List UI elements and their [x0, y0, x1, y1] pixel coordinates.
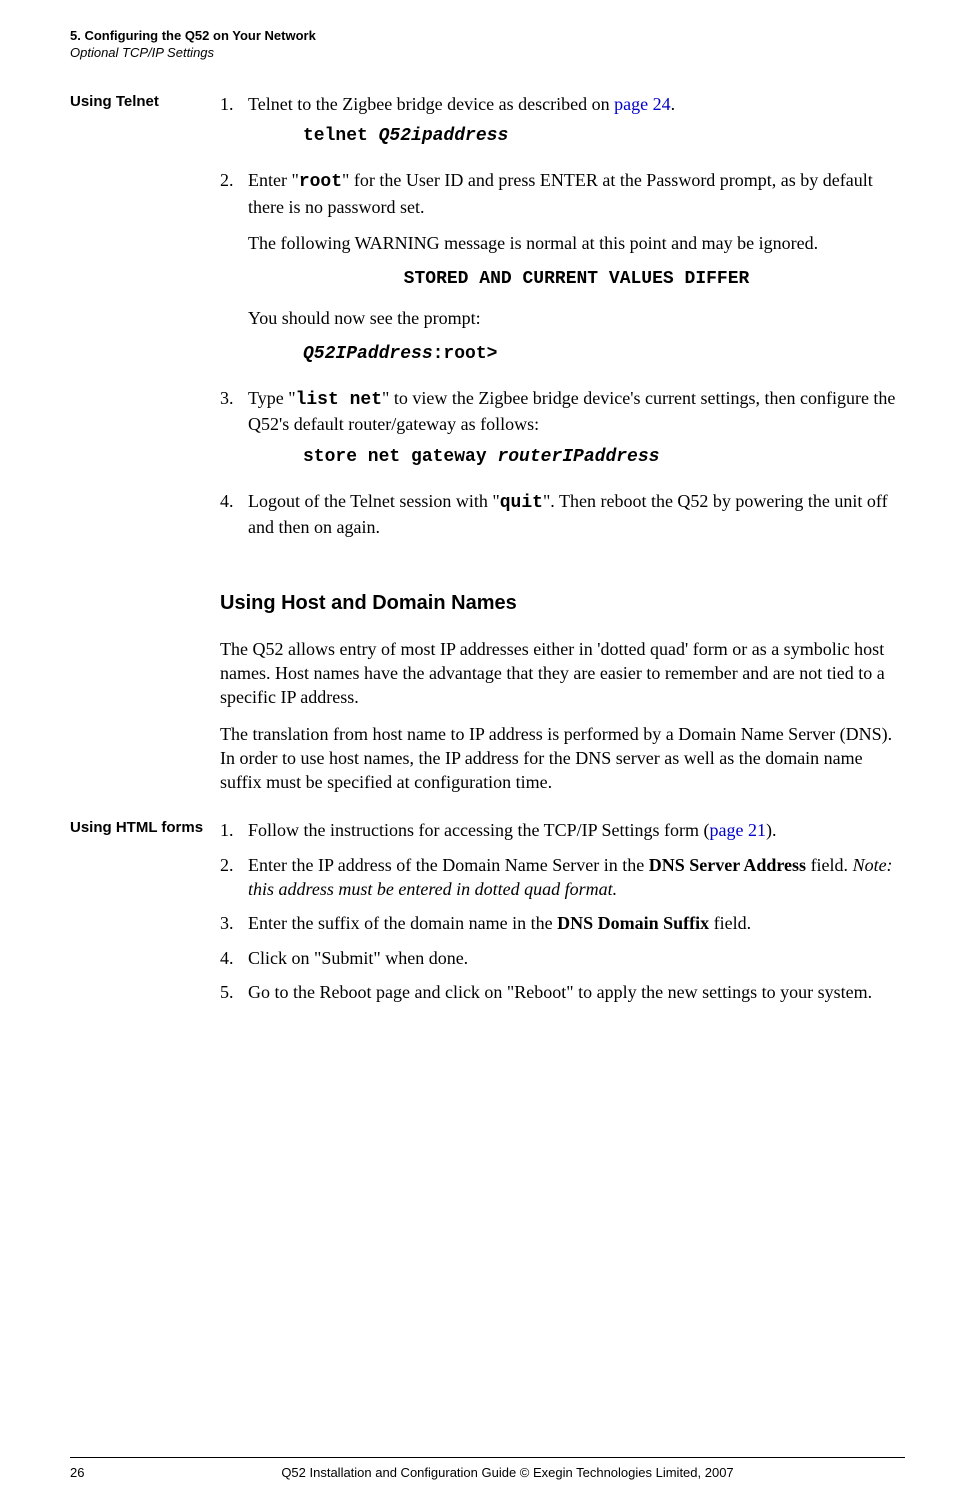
- text: Click on "Submit" when done.: [248, 946, 905, 970]
- bold-dns-server-address: DNS Server Address: [649, 855, 806, 875]
- text: Logout of the Telnet session with ": [248, 491, 500, 511]
- chapter-title: 5. Configuring the Q52 on Your Network: [70, 28, 905, 45]
- code-prompt: Q52IPaddress:root>: [303, 342, 905, 366]
- using-telnet-block: Using Telnet 1. Telnet to the Zigbee bri…: [70, 92, 905, 550]
- text: field.: [806, 855, 853, 875]
- code-telnet-cmd: telnet Q52ipaddress: [303, 124, 905, 148]
- text: Enter the suffix of the domain name in t…: [248, 913, 557, 933]
- prompt-intro: You should now see the prompt:: [248, 306, 905, 330]
- page-number: 26: [70, 1464, 110, 1482]
- list-number: 4.: [220, 946, 248, 970]
- sidehead-using-html-forms: Using HTML forms: [70, 818, 220, 1014]
- telnet-step-4: 4. Logout of the Telnet session with "qu…: [220, 489, 905, 540]
- section-title: Optional TCP/IP Settings: [70, 45, 905, 62]
- text: Enter the IP address of the Domain Name …: [248, 855, 649, 875]
- html-step-5: 5. Go to the Reboot page and click on "R…: [220, 980, 905, 1004]
- html-step-3: 3. Enter the suffix of the domain name i…: [220, 911, 905, 935]
- list-number: 1.: [220, 92, 248, 159]
- telnet-step-2: 2. Enter "root" for the User ID and pres…: [220, 168, 905, 376]
- telnet-step-3: 3. Type "list net" to view the Zigbee br…: [220, 386, 905, 479]
- telnet-step-1: 1. Telnet to the Zigbee bridge device as…: [220, 92, 905, 159]
- bold-dns-domain-suffix: DNS Domain Suffix: [557, 913, 709, 933]
- heading-host-domain: Using Host and Domain Names: [220, 590, 905, 617]
- paragraph: The Q52 allows entry of most IP addresse…: [220, 637, 905, 710]
- warning-message: STORED AND CURRENT VALUES DIFFER: [248, 267, 905, 291]
- text: Type ": [248, 388, 296, 408]
- code-store-gateway: store net gateway routerIPaddress: [303, 445, 905, 469]
- text: .: [671, 94, 676, 114]
- list-number: 4.: [220, 489, 248, 540]
- code-list-net: list net: [296, 390, 382, 410]
- page-header: 5. Configuring the Q52 on Your Network O…: [70, 28, 905, 62]
- list-number: 5.: [220, 980, 248, 1004]
- link-page-24[interactable]: page 24: [614, 94, 670, 114]
- html-step-2: 2. Enter the IP address of the Domain Na…: [220, 853, 905, 902]
- text: Follow the instructions for accessing th…: [248, 820, 709, 840]
- list-number: 2.: [220, 168, 248, 376]
- warning-intro: The following WARNING message is normal …: [248, 231, 905, 255]
- code-quit: quit: [500, 493, 543, 513]
- paragraph: The translation from host name to IP add…: [220, 722, 905, 795]
- text: " for the User ID and press ENTER at the…: [248, 170, 873, 216]
- footer-text: Q52 Installation and Configuration Guide…: [110, 1464, 905, 1482]
- using-html-forms-block: Using HTML forms 1. Follow the instructi…: [70, 818, 905, 1014]
- text: Go to the Reboot page and click on "Rebo…: [248, 980, 905, 1004]
- html-step-1: 1. Follow the instructions for accessing…: [220, 818, 905, 842]
- text: Enter ": [248, 170, 299, 190]
- host-domain-block: Using Host and Domain Names The Q52 allo…: [70, 562, 905, 807]
- text: ).: [766, 820, 777, 840]
- list-number: 3.: [220, 386, 248, 479]
- list-number: 2.: [220, 853, 248, 902]
- page-footer: 26 Q52 Installation and Configuration Gu…: [70, 1457, 905, 1482]
- html-step-4: 4. Click on "Submit" when done.: [220, 946, 905, 970]
- text: Telnet to the Zigbee bridge device as de…: [248, 94, 614, 114]
- sidehead-using-telnet: Using Telnet: [70, 92, 220, 550]
- code-root: root: [299, 172, 342, 192]
- list-number: 3.: [220, 911, 248, 935]
- link-page-21[interactable]: page 21: [709, 820, 765, 840]
- list-number: 1.: [220, 818, 248, 842]
- text: field.: [709, 913, 751, 933]
